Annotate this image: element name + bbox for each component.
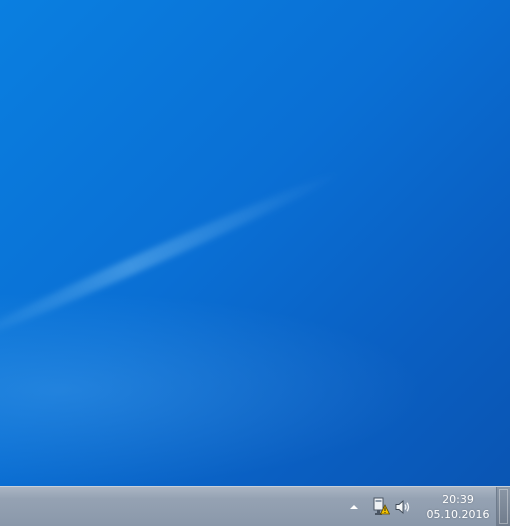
volume-button[interactable]: [392, 495, 414, 519]
show-desktop-button[interactable]: [496, 487, 510, 526]
desktop[interactable]: [0, 0, 510, 486]
speaker-icon: [395, 499, 410, 514]
show-hidden-icons-button[interactable]: [344, 495, 364, 519]
taskbar[interactable]: 20:39 05.10.2016: [0, 486, 510, 526]
wallpaper-light-streak: [0, 165, 346, 351]
chevron-up-icon: [350, 504, 358, 509]
clock-date: 05.10.2016: [426, 507, 490, 521]
action-center-button[interactable]: [370, 495, 392, 519]
action-center-warning-icon: [373, 497, 390, 515]
system-clock[interactable]: 20:39 05.10.2016: [422, 489, 494, 525]
notification-area: 20:39 05.10.2016: [344, 487, 494, 526]
clock-time: 20:39: [442, 492, 474, 506]
